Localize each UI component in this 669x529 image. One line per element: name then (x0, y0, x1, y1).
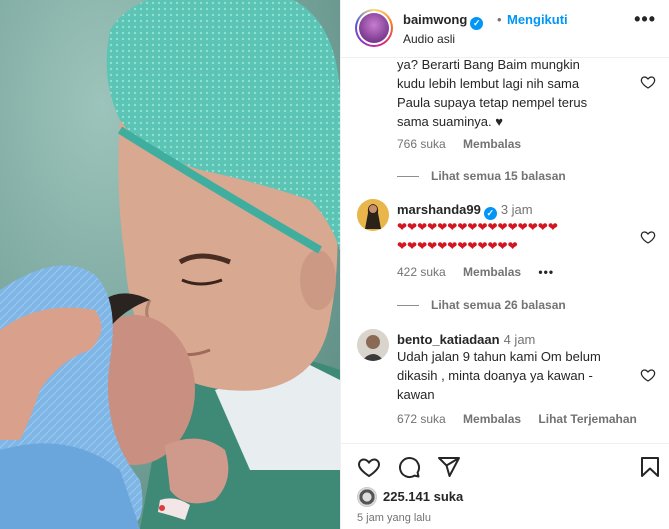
bookmark-icon[interactable] (638, 455, 662, 479)
comment-likes-count[interactable]: 672 suka (397, 412, 446, 426)
post-photo (0, 0, 340, 529)
commenter-name[interactable]: marshanda99 (397, 202, 481, 217)
username-text[interactable]: baimwong (403, 12, 467, 27)
post-header: baimwong ✓ • Mengikuti Audio asli ••• (341, 0, 669, 58)
audio-label[interactable]: Audio asli (403, 32, 455, 46)
comment-icon[interactable] (397, 455, 421, 479)
post-media[interactable] (0, 0, 340, 529)
comment-more-icon[interactable]: ••• (538, 265, 554, 279)
comment-text: ❤❤❤❤❤❤❤❤❤❤❤❤❤❤❤❤ ❤❤❤❤❤❤❤❤❤❤❤❤ (397, 218, 629, 256)
comment-line: ❤❤❤❤❤❤❤❤❤❤❤❤ (397, 239, 518, 253)
comment-line: sama suaminya. ♥ (397, 114, 503, 129)
comment-line: ❤❤❤❤❤❤❤❤❤❤❤❤❤❤❤❤ (397, 220, 558, 234)
reply-button[interactable]: Membalas (463, 265, 521, 279)
commenter-username[interactable]: bento_katiadaan 4 jam (397, 332, 535, 347)
comment-time[interactable]: 3 jam (501, 202, 533, 217)
post-username[interactable]: baimwong ✓ (403, 12, 484, 30)
comment-like-heart-icon[interactable] (640, 229, 656, 245)
comment-line: ya? Berarti Bang Baim mungkin (397, 58, 580, 72)
heart-icon[interactable] (357, 455, 381, 479)
comment-line: kawan (397, 387, 435, 402)
avatar-image (357, 329, 389, 361)
view-replies-label: Lihat semua 15 balasan (431, 169, 566, 183)
profile-avatar[interactable] (355, 9, 393, 47)
comment-like-heart-icon[interactable] (640, 367, 656, 383)
comment-likes-count[interactable]: 422 suka (397, 265, 446, 279)
comment-line: Udah jalan 9 tahun kami Om belum (397, 349, 601, 364)
post-actions: 225.141 suka 5 jam yang lalu (341, 443, 669, 529)
view-replies-label: Lihat semua 26 balasan (431, 298, 566, 312)
view-replies-button[interactable]: Lihat semua 15 balasan (397, 169, 566, 183)
comment-meta: 766 suka Membalas (397, 137, 535, 151)
liker-avatar[interactable] (357, 487, 377, 507)
commenter-name[interactable]: bento_katiadaan (397, 332, 500, 347)
comment-text: Udah jalan 9 tahun kami Om belum dikasih… (397, 347, 629, 404)
comment-time[interactable]: 4 jam (504, 332, 536, 347)
reply-button[interactable]: Membalas (463, 137, 521, 151)
share-icon[interactable] (437, 455, 461, 479)
more-options-icon[interactable]: ••• (634, 10, 656, 28)
comment-line: Paula supaya tetap nempel terus (397, 95, 588, 110)
avatar-image (357, 199, 389, 231)
replies-line (397, 305, 419, 307)
see-translation-button[interactable]: Lihat Terjemahan (538, 412, 636, 426)
view-replies-button[interactable]: Lihat semua 26 balasan (397, 298, 566, 312)
commenter-avatar[interactable] (357, 199, 389, 231)
reply-button[interactable]: Membalas (463, 412, 521, 426)
comment-line: dikasih , minta doanya ya kawan - (397, 368, 593, 383)
comment-like-heart-icon[interactable] (640, 74, 656, 90)
comments-list[interactable]: ya? Berarti Bang Baim mungkin kudu lebih… (341, 58, 669, 443)
comment-line: kudu lebih lembut lagi nih sama (397, 76, 580, 91)
likes-count[interactable]: 225.141 suka (383, 489, 463, 504)
comment-likes-count[interactable]: 766 suka (397, 137, 446, 151)
following-button[interactable]: Mengikuti (507, 12, 568, 27)
post-timestamp[interactable]: 5 jam yang lalu (357, 512, 431, 524)
comment-meta: 672 suka Membalas Lihat Terjemahan (397, 412, 651, 426)
commenter-avatar[interactable] (357, 329, 389, 361)
replies-line (397, 176, 419, 178)
verified-badge-icon: ✓ (470, 17, 484, 30)
comment-meta: 422 suka Membalas ••• (397, 265, 568, 279)
post-panel: baimwong ✓ • Mengikuti Audio asli ••• ya?… (340, 0, 669, 529)
header-separator: • (497, 12, 502, 27)
comment-text: ya? Berarti Bang Baim mungkin kudu lebih… (397, 58, 629, 131)
